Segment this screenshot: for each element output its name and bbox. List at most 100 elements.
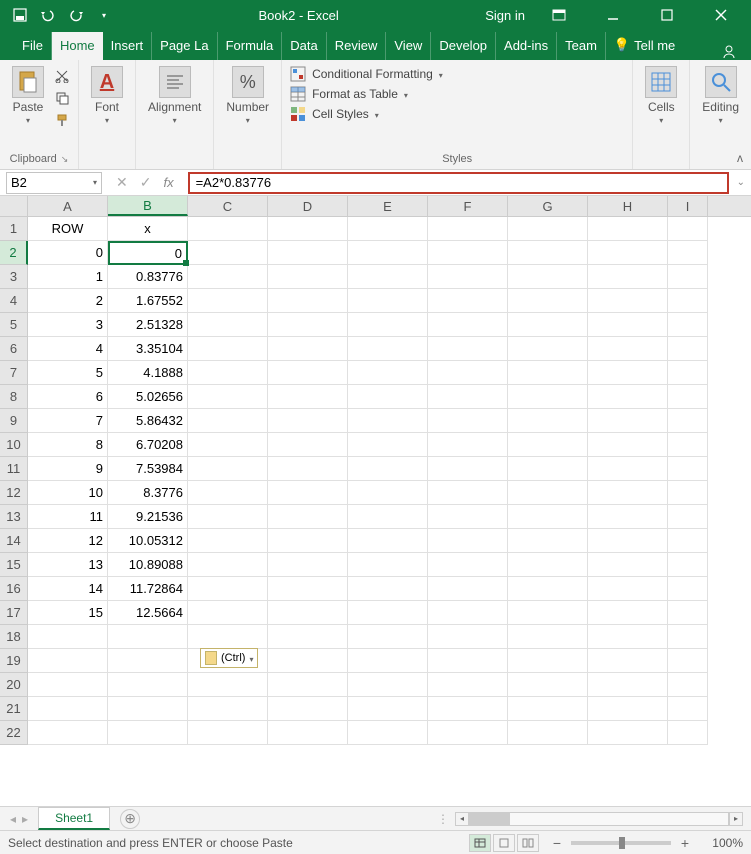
insert-function-icon[interactable]: fx [163,175,173,190]
cell-D4[interactable] [268,289,348,313]
cell-F18[interactable] [428,625,508,649]
cell-H15[interactable] [588,553,668,577]
formula-input[interactable]: =A2*0.83776 [188,172,729,194]
cell-C15[interactable] [188,553,268,577]
row-header[interactable]: 19 [0,649,28,673]
cell-B12[interactable]: 8.3776 [108,481,188,505]
column-header-D[interactable]: D [268,196,348,216]
cell-G12[interactable] [508,481,588,505]
cell-C5[interactable] [188,313,268,337]
cell-F17[interactable] [428,601,508,625]
undo-icon[interactable] [40,7,56,23]
cell-G2[interactable] [508,241,588,265]
cell-E3[interactable] [348,265,428,289]
cancel-formula-icon[interactable]: ✕ [116,174,128,191]
cell-F22[interactable] [428,721,508,745]
tab-add-ins[interactable]: Add-ins [496,32,557,60]
cell-D13[interactable] [268,505,348,529]
cell-D20[interactable] [268,673,348,697]
cell-F14[interactable] [428,529,508,553]
cell-D19[interactable] [268,649,348,673]
cell-G14[interactable] [508,529,588,553]
cell-F9[interactable] [428,409,508,433]
collapse-ribbon-icon[interactable]: ʌ [737,151,743,165]
cell-E17[interactable] [348,601,428,625]
cell-H16[interactable] [588,577,668,601]
column-header-F[interactable]: F [428,196,508,216]
cell-C16[interactable] [188,577,268,601]
cell-A22[interactable] [28,721,108,745]
cell-A13[interactable]: 11 [28,505,108,529]
tab-file[interactable]: File [14,32,52,60]
cell-F11[interactable] [428,457,508,481]
cell-H3[interactable] [588,265,668,289]
cell-H22[interactable] [588,721,668,745]
cell-B3[interactable]: 0.83776 [108,265,188,289]
cell-C3[interactable] [188,265,268,289]
tab-team[interactable]: Team [557,32,606,60]
tab-formula[interactable]: Formula [218,32,283,60]
cell-F20[interactable] [428,673,508,697]
cell-I8[interactable] [668,385,708,409]
zoom-percent[interactable]: 100% [699,836,743,850]
close-button[interactable] [701,0,741,30]
cell-D6[interactable] [268,337,348,361]
row-header[interactable]: 13 [0,505,28,529]
minimize-button[interactable] [593,0,633,30]
cell-A18[interactable] [28,625,108,649]
tab-insert[interactable]: Insert [103,32,153,60]
cell-C8[interactable] [188,385,268,409]
column-header-G[interactable]: G [508,196,588,216]
cell-F13[interactable] [428,505,508,529]
cell-A11[interactable]: 9 [28,457,108,481]
page-layout-view-button[interactable] [493,834,515,852]
cell-E10[interactable] [348,433,428,457]
cell-H1[interactable] [588,217,668,241]
cell-F3[interactable] [428,265,508,289]
row-header[interactable]: 9 [0,409,28,433]
cell-I21[interactable] [668,697,708,721]
cell-F5[interactable] [428,313,508,337]
row-header[interactable]: 21 [0,697,28,721]
row-header[interactable]: 5 [0,313,28,337]
cell-B2[interactable]: 0 [108,241,188,265]
cell-E6[interactable] [348,337,428,361]
cell-C14[interactable] [188,529,268,553]
cell-E1[interactable] [348,217,428,241]
cell-A10[interactable]: 8 [28,433,108,457]
cell-C20[interactable] [188,673,268,697]
cell-B19[interactable] [108,649,188,673]
cell-H5[interactable] [588,313,668,337]
clipboard-launcher-icon[interactable]: ↘ [61,154,69,165]
cell-C22[interactable] [188,721,268,745]
chevron-down-icon[interactable]: ▾ [93,178,97,187]
row-header[interactable]: 8 [0,385,28,409]
cell-A4[interactable]: 2 [28,289,108,313]
cell-H8[interactable] [588,385,668,409]
cell-C4[interactable] [188,289,268,313]
cell-H13[interactable] [588,505,668,529]
cell-G9[interactable] [508,409,588,433]
cell-B4[interactable]: 1.67552 [108,289,188,313]
cell-I7[interactable] [668,361,708,385]
font-dropdown[interactable]: A Font ▾ [87,64,127,127]
share-icon[interactable] [707,44,751,60]
cell-C17[interactable] [188,601,268,625]
cell-D12[interactable] [268,481,348,505]
cell-I1[interactable] [668,217,708,241]
column-header-C[interactable]: C [188,196,268,216]
cell-D18[interactable] [268,625,348,649]
cell-A6[interactable]: 4 [28,337,108,361]
cell-B10[interactable]: 6.70208 [108,433,188,457]
cell-E22[interactable] [348,721,428,745]
cell-D22[interactable] [268,721,348,745]
cell-D15[interactable] [268,553,348,577]
cell-B22[interactable] [108,721,188,745]
column-header-A[interactable]: A [28,196,108,216]
row-header[interactable]: 10 [0,433,28,457]
cell-I5[interactable] [668,313,708,337]
cell-F1[interactable] [428,217,508,241]
cell-G1[interactable] [508,217,588,241]
name-box-input[interactable] [11,175,71,190]
alignment-dropdown[interactable]: Alignment ▾ [144,64,205,127]
